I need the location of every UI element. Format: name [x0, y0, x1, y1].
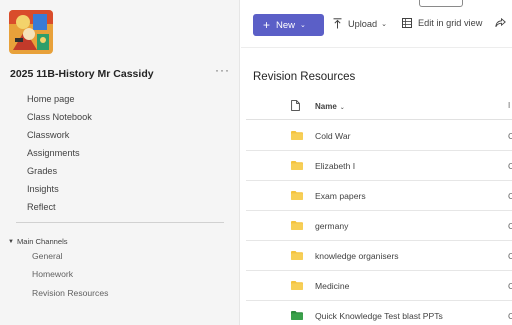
- team-name[interactable]: 2025 11B-History Mr Cassidy: [10, 68, 154, 80]
- truncated-cell: C: [508, 221, 512, 231]
- file-name[interactable]: Elizabeth I: [315, 161, 355, 171]
- truncated-cell: C: [508, 311, 512, 321]
- file-row[interactable]: Cold War C: [246, 121, 512, 151]
- truncated-cell: C: [508, 251, 512, 261]
- truncated-column-header[interactable]: I: [508, 101, 510, 110]
- folder-icon: [291, 191, 303, 200]
- nav-assignments[interactable]: Assignments: [27, 148, 80, 158]
- file-name[interactable]: Medicine: [315, 281, 349, 291]
- window-tab-handle: [419, 0, 463, 7]
- folder-icon: [291, 221, 303, 230]
- file-name[interactable]: Exam papers: [315, 191, 366, 201]
- name-column-header[interactable]: Name ⌄: [315, 102, 345, 111]
- toolbar: + New ⌄ Upload ⌄ Edit in grid view: [241, 0, 512, 48]
- column-header: Name ⌄ I: [246, 92, 512, 120]
- name-column-label: Name: [315, 102, 337, 111]
- edit-grid-view-label: Edit in grid view: [418, 18, 483, 28]
- truncated-cell: C: [508, 161, 512, 171]
- truncated-cell: C: [508, 191, 512, 201]
- nav-grades[interactable]: Grades: [27, 166, 57, 176]
- nav-class-notebook[interactable]: Class Notebook: [27, 112, 92, 122]
- library-title: Revision Resources: [253, 71, 356, 83]
- upload-label: Upload: [348, 18, 378, 29]
- main-content: + New ⌄ Upload ⌄ Edit in grid view Revis…: [241, 0, 512, 325]
- file-name[interactable]: Cold War: [315, 131, 351, 141]
- share-button[interactable]: [495, 18, 512, 28]
- folder-icon: [291, 281, 303, 290]
- main-channels-section[interactable]: ▼ Main Channels: [8, 237, 68, 246]
- channel-homework[interactable]: Homework: [32, 269, 73, 279]
- channel-revision-resources[interactable]: Revision Resources: [32, 288, 108, 298]
- team-avatar[interactable]: [9, 10, 53, 54]
- divider: [16, 222, 224, 223]
- file-name[interactable]: Quick Knowledge Test blast PPTs: [315, 311, 443, 321]
- nav-reflect[interactable]: Reflect: [27, 202, 56, 212]
- file-name[interactable]: knowledge organisers: [315, 251, 399, 261]
- upload-icon: [333, 18, 342, 29]
- file-row[interactable]: Quick Knowledge Test blast PPTs C: [246, 301, 512, 325]
- truncated-cell: C: [508, 131, 512, 141]
- folder-icon: [291, 251, 303, 260]
- nav-insights[interactable]: Insights: [27, 184, 59, 194]
- file-type-icon[interactable]: [291, 100, 300, 111]
- upload-button[interactable]: Upload ⌄: [333, 18, 387, 29]
- channel-general[interactable]: General: [32, 251, 63, 261]
- new-button-label: New: [276, 19, 296, 31]
- chevron-down-icon: ⌄: [300, 22, 306, 29]
- file-row[interactable]: Medicine C: [246, 271, 512, 301]
- chevron-down-icon: ⌄: [381, 20, 387, 28]
- grid-icon: [402, 18, 412, 28]
- chevron-down-icon: ⌄: [339, 105, 345, 111]
- truncated-cell: C: [508, 281, 512, 291]
- file-row[interactable]: Exam papers C: [246, 181, 512, 211]
- section-label: Main Channels: [16, 237, 68, 246]
- nav-classwork[interactable]: Classwork: [27, 130, 69, 140]
- new-button[interactable]: + New ⌄: [253, 14, 324, 36]
- share-icon: [495, 18, 506, 28]
- file-row[interactable]: knowledge organisers C: [246, 241, 512, 271]
- file-name[interactable]: germany: [315, 221, 348, 231]
- nav-home-page[interactable]: Home page: [27, 94, 75, 104]
- file-row[interactable]: Elizabeth I C: [246, 151, 512, 181]
- folder-icon: [291, 161, 303, 170]
- folder-icon: [291, 311, 303, 320]
- file-row[interactable]: germany C: [246, 211, 512, 241]
- plus-icon: +: [263, 18, 271, 32]
- folder-icon: [291, 131, 303, 140]
- edit-grid-view-button[interactable]: Edit in grid view: [402, 18, 482, 28]
- sidebar: 2025 11B-History Mr Cassidy ··· Home pag…: [0, 0, 240, 325]
- more-options-icon[interactable]: ···: [215, 63, 230, 77]
- caret-down-icon: ▼: [8, 239, 14, 245]
